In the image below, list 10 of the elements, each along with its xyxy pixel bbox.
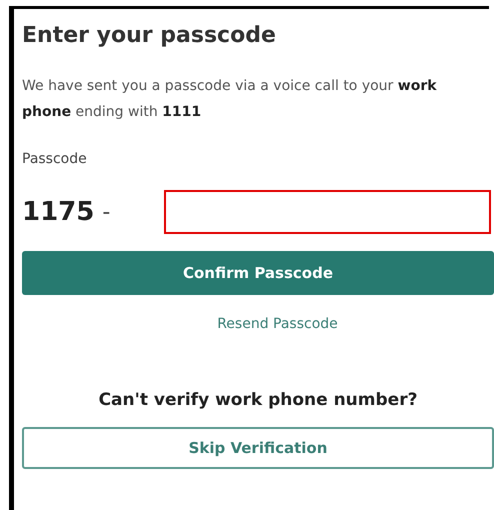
passcode-field[interactable] bbox=[164, 190, 491, 234]
passcode-prefix: 1175 bbox=[22, 197, 94, 227]
confirm-button[interactable]: Confirm Passcode bbox=[22, 251, 494, 295]
skip-button[interactable]: Skip Verification bbox=[22, 427, 494, 469]
alternative-heading: Can't verify work phone number? bbox=[98, 390, 418, 410]
resend-link[interactable]: Resend Passcode bbox=[217, 316, 338, 332]
info-message: We have sent you a passcode via a voice call to your work phone ending with 1111 bbox=[22, 77, 438, 122]
separator: - bbox=[102, 200, 110, 224]
passcode-label: Passcode bbox=[22, 151, 88, 167]
page-title: Enter your passcode bbox=[22, 22, 277, 50]
